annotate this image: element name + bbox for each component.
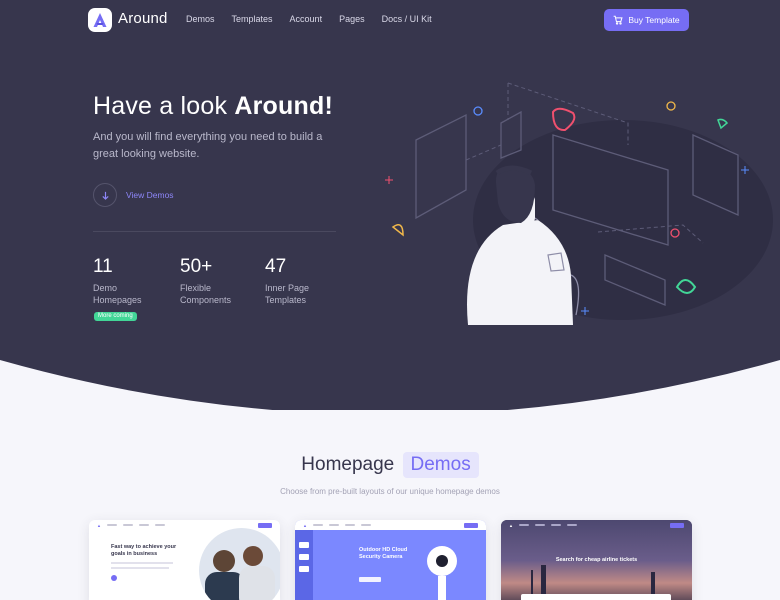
- demo-photo: [199, 528, 280, 600]
- nav-link-demos[interactable]: Demos: [186, 14, 215, 24]
- nav-link-templates[interactable]: Templates: [232, 14, 273, 24]
- search-form[interactable]: [521, 594, 671, 600]
- demo-heading: Fast way to achieve your goals in busine…: [111, 544, 177, 557]
- buy-template-button[interactable]: Buy Template: [604, 9, 689, 31]
- more-coming-badge: More coming: [94, 312, 137, 321]
- stat-label: Demo Homepages: [93, 283, 142, 305]
- section-title-highlight: Demos: [402, 452, 479, 478]
- hero-title-bold: Around!: [234, 92, 333, 120]
- demo-logo-icon: ▲: [303, 522, 307, 528]
- nav-link-docs[interactable]: Docs / UI Kit: [382, 14, 432, 24]
- stat-demo-homepages: 11 Demo Homepages: [93, 256, 163, 306]
- demo-card-travel[interactable]: ▲ Search for cheap airline tickets: [501, 520, 692, 600]
- demo-logo-icon: ▲: [509, 522, 513, 528]
- stat-label: Inner Page Templates: [265, 283, 310, 305]
- logo-icon[interactable]: [88, 8, 112, 32]
- stat-components: 50+ Flexible Components: [180, 256, 250, 306]
- section-title-text: Homepage: [301, 454, 395, 475]
- demo-mini-navbar: ▲: [501, 520, 692, 530]
- nav-link-pages[interactable]: Pages: [339, 14, 365, 24]
- hero-curve: [0, 360, 780, 410]
- section-title: Homepage Demos: [0, 452, 780, 478]
- arrow-down-icon: [93, 183, 117, 207]
- hero-section: Around Demos Templates Account Pages Doc…: [0, 0, 780, 410]
- demo-mini-navbar: ▲: [295, 520, 486, 530]
- demo-card-shop[interactable]: ▲ Outdoor HD Cloud Security Camera: [295, 520, 486, 600]
- stat-value: 50+: [180, 256, 213, 277]
- demo-heading: Search for cheap airline tickets: [555, 557, 638, 563]
- section-subtitle: Choose from pre-built layouts of our uni…: [280, 487, 500, 496]
- buy-template-label: Buy Template: [628, 15, 680, 25]
- demo-logo-icon: ▲: [97, 522, 101, 528]
- stat-label: Flexible Components: [180, 283, 232, 305]
- navbar: Around Demos Templates Account Pages Doc…: [0, 0, 780, 40]
- cart-icon: [613, 15, 623, 25]
- nav-link-account[interactable]: Account: [290, 14, 323, 24]
- view-demos-label: View Demos: [126, 190, 174, 200]
- divider: [93, 231, 336, 232]
- view-demos-link[interactable]: View Demos: [93, 183, 174, 207]
- demo-card-business[interactable]: ▲ Fast way to achieve your goals in busi…: [89, 520, 280, 600]
- hero-subtitle: And you will find everything you need to…: [93, 131, 323, 160]
- hero-title-light: Have a look: [93, 92, 235, 120]
- stat-value: 47: [265, 256, 287, 277]
- nav-links: Demos Templates Account Pages Docs / UI …: [186, 14, 449, 24]
- hero-illustration: [385, 82, 773, 325]
- logo-text[interactable]: Around: [118, 10, 168, 27]
- demo-heading: Outdoor HD Cloud Security Camera: [359, 547, 408, 560]
- stat-inner-pages: 47 Inner Page Templates: [265, 256, 335, 306]
- hero-title: Have a look Around!: [93, 92, 333, 121]
- stat-value: 11: [93, 256, 113, 277]
